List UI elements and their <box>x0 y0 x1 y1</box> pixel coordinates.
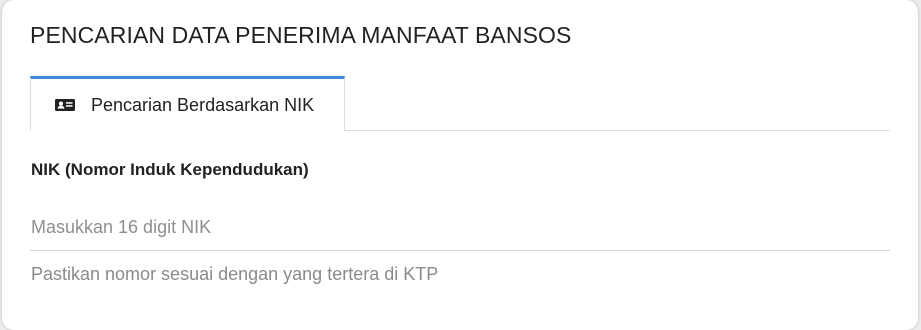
tab-search-by-nik[interactable]: Pencarian Berdasarkan NIK <box>30 76 345 131</box>
nik-input[interactable] <box>30 205 890 251</box>
page-title: PENCARIAN DATA PENERIMA MANFAAT BANSOS <box>30 22 572 48</box>
nik-field-label: NIK (Nomor Induk Kependudukan) <box>31 160 309 179</box>
search-card: PENCARIAN DATA PENERIMA MANFAAT BANSOS P… <box>2 0 918 330</box>
tab-label: Pencarian Berdasarkan NIK <box>91 94 315 115</box>
nik-help-text: Pastikan nomor sesuai dengan yang terter… <box>31 264 439 284</box>
id-card-icon <box>54 97 76 113</box>
